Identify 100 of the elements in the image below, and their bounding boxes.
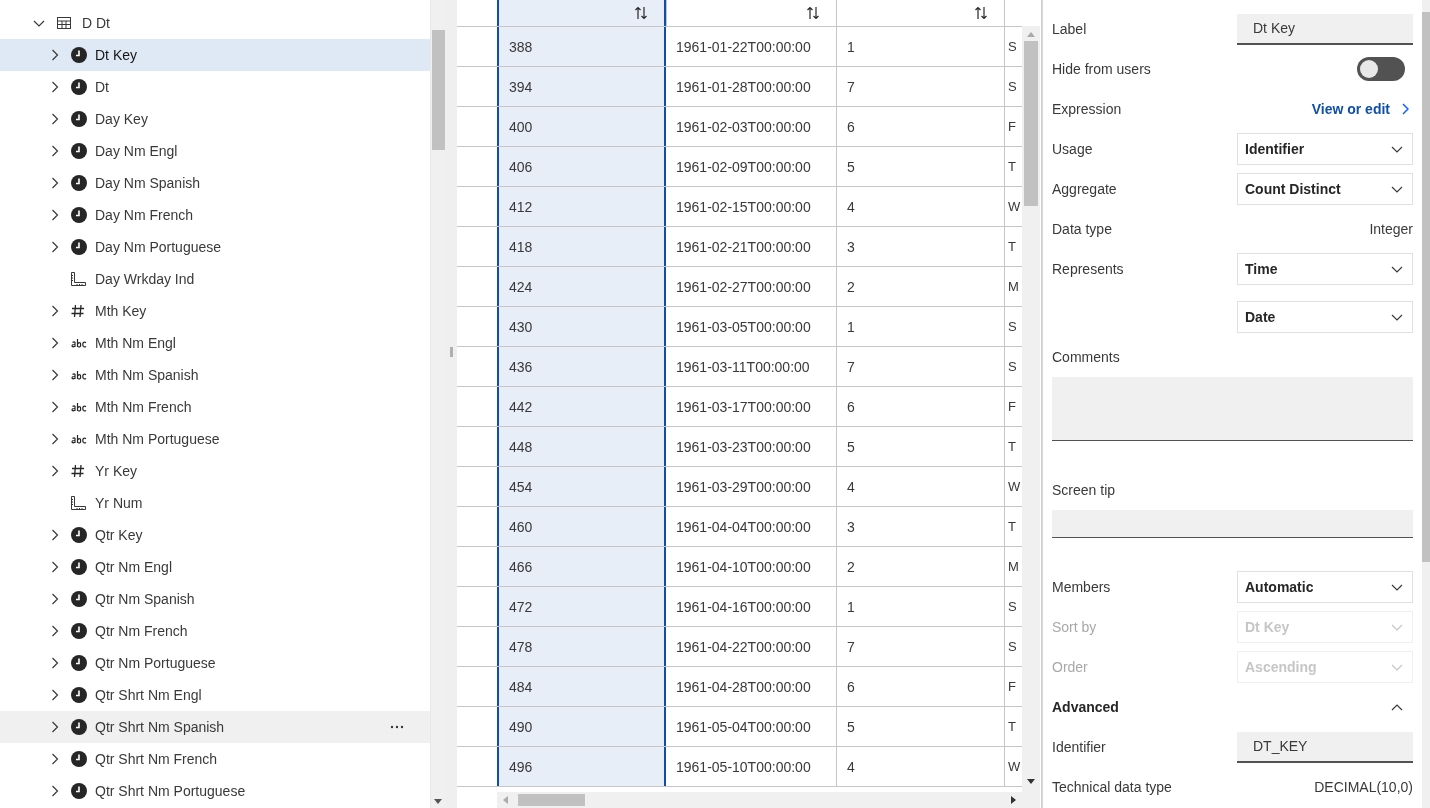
table-cell: 430 — [497, 307, 666, 346]
tree-item[interactable]: Qtr Shrt Nm Portuguese — [0, 775, 430, 807]
dropdown[interactable]: Count Distinct — [1237, 173, 1413, 205]
chevron-icon[interactable] — [51, 785, 59, 797]
sort-icon[interactable] — [806, 6, 820, 20]
chevron-icon[interactable] — [51, 177, 59, 189]
chevron-icon[interactable] — [51, 113, 59, 125]
chevron-icon[interactable] — [51, 241, 59, 253]
toggle-switch[interactable] — [1357, 57, 1405, 81]
chevron-icon[interactable] — [51, 753, 59, 765]
chevron-icon[interactable] — [51, 625, 59, 637]
chevron-up-icon[interactable] — [1391, 703, 1403, 711]
chevron-icon[interactable] — [51, 305, 59, 317]
tree-item-label: Qtr Shrt Nm Spanish — [95, 719, 225, 735]
chevron-icon[interactable] — [51, 401, 59, 413]
chevron-icon[interactable] — [51, 145, 59, 157]
scrollbar[interactable] — [1422, 0, 1430, 808]
table-cell: 388 — [497, 27, 666, 66]
more-icon[interactable] — [390, 725, 404, 729]
clock-icon — [71, 751, 87, 767]
tree-item[interactable]: Qtr Shrt Nm Spanish — [0, 711, 430, 743]
clock-icon — [71, 111, 87, 127]
tree-item[interactable]: Qtr Key — [0, 519, 430, 551]
scrollbar-thumb[interactable] — [1024, 41, 1038, 206]
tree-item[interactable]: Day Nm Spanish — [0, 167, 430, 199]
tree-item[interactable]: Qtr Shrt Nm French — [0, 743, 430, 775]
scrollbar-thumb[interactable] — [1422, 12, 1430, 562]
tree-item[interactable]: Mth Nm Portuguese — [0, 423, 430, 455]
chevron-icon[interactable] — [51, 465, 59, 477]
view-edit-link[interactable]: View or edit — [1311, 101, 1390, 117]
tree-item[interactable]: Day Nm French — [0, 199, 430, 231]
table-cell: 3 — [836, 227, 1004, 266]
chevron-icon[interactable] — [51, 689, 59, 701]
abc-icon — [71, 402, 87, 412]
sort-icon[interactable] — [974, 6, 988, 20]
text-field[interactable]: DT_KEY — [1237, 731, 1413, 763]
chevron-down-icon[interactable] — [1391, 265, 1403, 273]
chevron-icon[interactable] — [51, 529, 59, 541]
chevron-icon[interactable] — [51, 561, 59, 573]
tree-item-label: Qtr Key — [95, 527, 143, 543]
chevron-icon[interactable] — [51, 49, 59, 61]
tree-item[interactable]: Mth Nm French — [0, 391, 430, 423]
tree-item[interactable]: Day Key — [0, 103, 430, 135]
chevron-icon[interactable] — [1402, 103, 1409, 115]
text-field[interactable]: Dt Key — [1237, 13, 1413, 45]
tree-item[interactable]: Qtr Nm Portuguese — [0, 647, 430, 679]
tree-item[interactable]: Qtr Shrt Nm Engl — [0, 679, 430, 711]
tree-item[interactable]: Qtr Nm Spanish — [0, 583, 430, 615]
scrollbar[interactable] — [430, 0, 445, 808]
tree-item[interactable]: Qtr Nm Engl — [0, 551, 430, 583]
chevron-down-icon[interactable] — [1391, 313, 1403, 321]
table-cell-text: 1961-04-10T00:00:00 — [675, 557, 812, 577]
table-cell: 412 — [497, 187, 666, 226]
comments-field[interactable] — [1052, 377, 1413, 441]
chevron-icon[interactable] — [51, 209, 59, 221]
scroll-down-icon[interactable] — [434, 799, 442, 804]
tree-item[interactable]: Yr Key — [0, 455, 430, 487]
tree-item[interactable]: D Dt — [0, 7, 430, 39]
tree-item-label: Day Wrkday Ind — [95, 271, 195, 287]
chevron-down-icon[interactable] — [1391, 583, 1403, 591]
tree-item[interactable]: Dt Key — [0, 39, 430, 71]
dropdown[interactable]: Time — [1237, 253, 1413, 285]
tree-item[interactable]: Yr Num — [0, 487, 430, 519]
sort-icon[interactable] — [634, 6, 648, 20]
tree-item[interactable]: Mth Key — [0, 295, 430, 327]
tree-item[interactable]: Mth Nm Spanish — [0, 359, 430, 391]
scrollbar[interactable] — [497, 792, 1022, 808]
chevron-icon[interactable] — [51, 721, 59, 733]
chevron-icon[interactable] — [51, 81, 59, 93]
tree-item[interactable]: Dt — [0, 71, 430, 103]
scrollbar-thumb[interactable] — [432, 30, 445, 150]
dropdown[interactable]: Automatic — [1237, 571, 1413, 603]
table-cell: 436 — [497, 347, 666, 386]
tree-item[interactable]: Qtr Nm French — [0, 615, 430, 647]
scroll-down-icon[interactable] — [1027, 779, 1035, 784]
dropdown[interactable]: Identifier — [1237, 133, 1413, 165]
tree-item-label: Day Nm French — [95, 207, 194, 223]
chevron-icon[interactable] — [51, 369, 59, 381]
chevron-icon[interactable] — [51, 657, 59, 669]
chevron-down-icon[interactable] — [1391, 185, 1403, 193]
table-cell: 5 — [836, 427, 1004, 466]
tree-item[interactable]: Day Wrkday Ind — [0, 263, 430, 295]
table-cell: 418 — [497, 227, 666, 266]
table-cell: 394 — [497, 67, 666, 106]
table-cell: 454 — [497, 467, 666, 506]
splitter-handle[interactable] — [450, 347, 453, 357]
chevron-icon[interactable] — [51, 337, 59, 349]
chevron-icon[interactable] — [51, 433, 59, 445]
chevron-down-icon[interactable] — [1391, 145, 1403, 153]
text-field[interactable] — [1052, 510, 1413, 538]
scrollbar[interactable] — [1022, 26, 1040, 808]
tree-item[interactable]: Mth Nm Engl — [0, 327, 430, 359]
dropdown[interactable]: Date — [1237, 301, 1413, 333]
tree-item[interactable]: Day Nm Engl — [0, 135, 430, 167]
scroll-right-icon[interactable] — [1011, 796, 1016, 804]
tree-item[interactable]: Day Nm Portuguese — [0, 231, 430, 263]
scrollbar-thumb[interactable] — [518, 794, 585, 806]
table-cell: 448 — [497, 427, 666, 466]
property-label: Label — [1052, 21, 1088, 37]
chevron-icon[interactable] — [51, 593, 59, 605]
